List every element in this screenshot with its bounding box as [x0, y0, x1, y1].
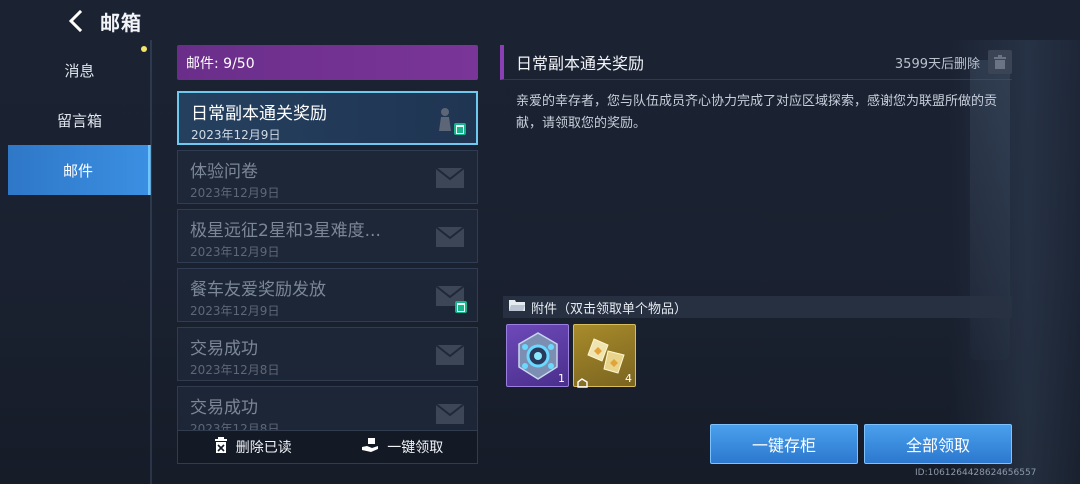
mail-title: 日常副本通关奖励	[191, 104, 327, 124]
mail-item[interactable]: 餐车友爱奖励发放 2023年12月9日	[177, 268, 478, 322]
detail-title: 日常副本通关奖励	[516, 54, 645, 73]
mail-date: 2023年12月8日	[190, 363, 280, 377]
detail-body: 亲爱的幸存者，您与队伍成员齐心协力完成了对应区域探索，感谢您为联盟所做的贡献，请…	[516, 94, 998, 131]
sidebar-item-messages[interactable]: 消息	[8, 45, 151, 95]
mail-count: 邮件: 9/50	[186, 55, 255, 72]
user-id: ID:1061264428624656557	[915, 468, 1037, 478]
sidebar-item-label: 邮件	[62, 161, 93, 180]
envelope-icon	[435, 343, 465, 367]
folder-icon	[509, 299, 525, 315]
claim-all-label: 全部领取	[905, 436, 970, 455]
item-count: 4	[625, 372, 632, 385]
envelope-icon	[435, 225, 465, 249]
hand-gift-icon	[361, 437, 379, 457]
mail-title: 交易成功	[190, 339, 258, 359]
mail-list-panel: 邮件: 9/50 日常副本通关奖励 2023年12月9日 体验问卷 2023年1…	[177, 45, 478, 467]
figure-icon	[436, 107, 454, 131]
mail-title: 体验问卷	[190, 162, 258, 182]
delete-mail-button[interactable]	[988, 50, 1012, 74]
header: 邮箱	[62, 4, 142, 38]
gift-icon	[454, 123, 466, 135]
sidebar-item-label: 消息	[64, 61, 95, 80]
sidebar: 消息 留言箱 邮件	[8, 45, 151, 195]
sidebar-divider	[150, 40, 152, 484]
store-all-label: 一键存柜	[751, 436, 816, 455]
attachment-item[interactable]: 4	[573, 324, 636, 388]
mail-date: 2023年12月9日	[191, 128, 281, 142]
attachment-item[interactable]: 1	[506, 324, 569, 387]
gift-icon	[455, 301, 467, 313]
sidebar-item-label: 留言箱	[56, 111, 102, 130]
mail-actions-bar: 删除已读 一键领取	[177, 430, 478, 464]
back-arrow-icon[interactable]	[62, 7, 90, 35]
bound-icon	[577, 373, 588, 388]
claim-all-list-label: 一键领取	[387, 440, 444, 456]
expire-text: 3599天后删除	[894, 56, 980, 72]
mail-date: 2023年12月9日	[190, 304, 280, 318]
attachments-label: 附件（双击领取单个物品）	[531, 301, 688, 317]
mail-detail: 日常副本通关奖励 3599天后删除 亲爱的幸存者，您与队伍成员齐心协力完成了对应…	[500, 45, 1012, 465]
mail-count-bar: 邮件: 9/50	[177, 45, 478, 80]
envelope-icon	[435, 402, 465, 426]
mail-date: 2023年12月9日	[190, 245, 280, 259]
mail-item[interactable]: 体验问卷 2023年12月9日	[177, 150, 478, 204]
page-title: 邮箱	[100, 10, 142, 35]
mail-item[interactable]: 交易成功 2023年12月8日	[177, 327, 478, 381]
delete-read-label: 删除已读	[235, 440, 292, 456]
store-all-button[interactable]: 一键存柜	[710, 424, 858, 464]
mail-list[interactable]: 日常副本通关奖励 2023年12月9日 体验问卷 2023年12月9日 极星远征…	[177, 91, 478, 469]
mail-item[interactable]: 日常副本通关奖励 2023年12月9日	[177, 91, 478, 145]
item-count: 1	[558, 372, 565, 385]
detail-header: 日常副本通关奖励 3599天后删除	[500, 45, 1012, 80]
trash-icon	[994, 55, 1006, 69]
mail-title: 极星远征2星和3星难度...	[190, 221, 381, 241]
trash-icon	[214, 437, 228, 457]
claim-all-button[interactable]: 全部领取	[864, 424, 1012, 464]
mail-date: 2023年12月9日	[190, 186, 280, 200]
attachment-items: 1 4	[506, 324, 636, 388]
sidebar-item-mail[interactable]: 邮件	[8, 145, 151, 195]
expire-info: 3599天后删除	[895, 50, 1012, 74]
claim-all-list-button[interactable]: 一键领取	[328, 431, 478, 463]
mail-title: 交易成功	[190, 398, 258, 418]
envelope-icon	[435, 166, 465, 190]
mail-title: 餐车友爱奖励发放	[190, 280, 326, 300]
sidebar-item-message-box[interactable]: 留言箱	[8, 95, 151, 145]
attachments-header: 附件（双击领取单个物品）	[503, 296, 1012, 318]
mail-item[interactable]: 极星远征2星和3星难度... 2023年12月9日	[177, 209, 478, 263]
delete-read-button[interactable]: 删除已读	[178, 431, 328, 463]
